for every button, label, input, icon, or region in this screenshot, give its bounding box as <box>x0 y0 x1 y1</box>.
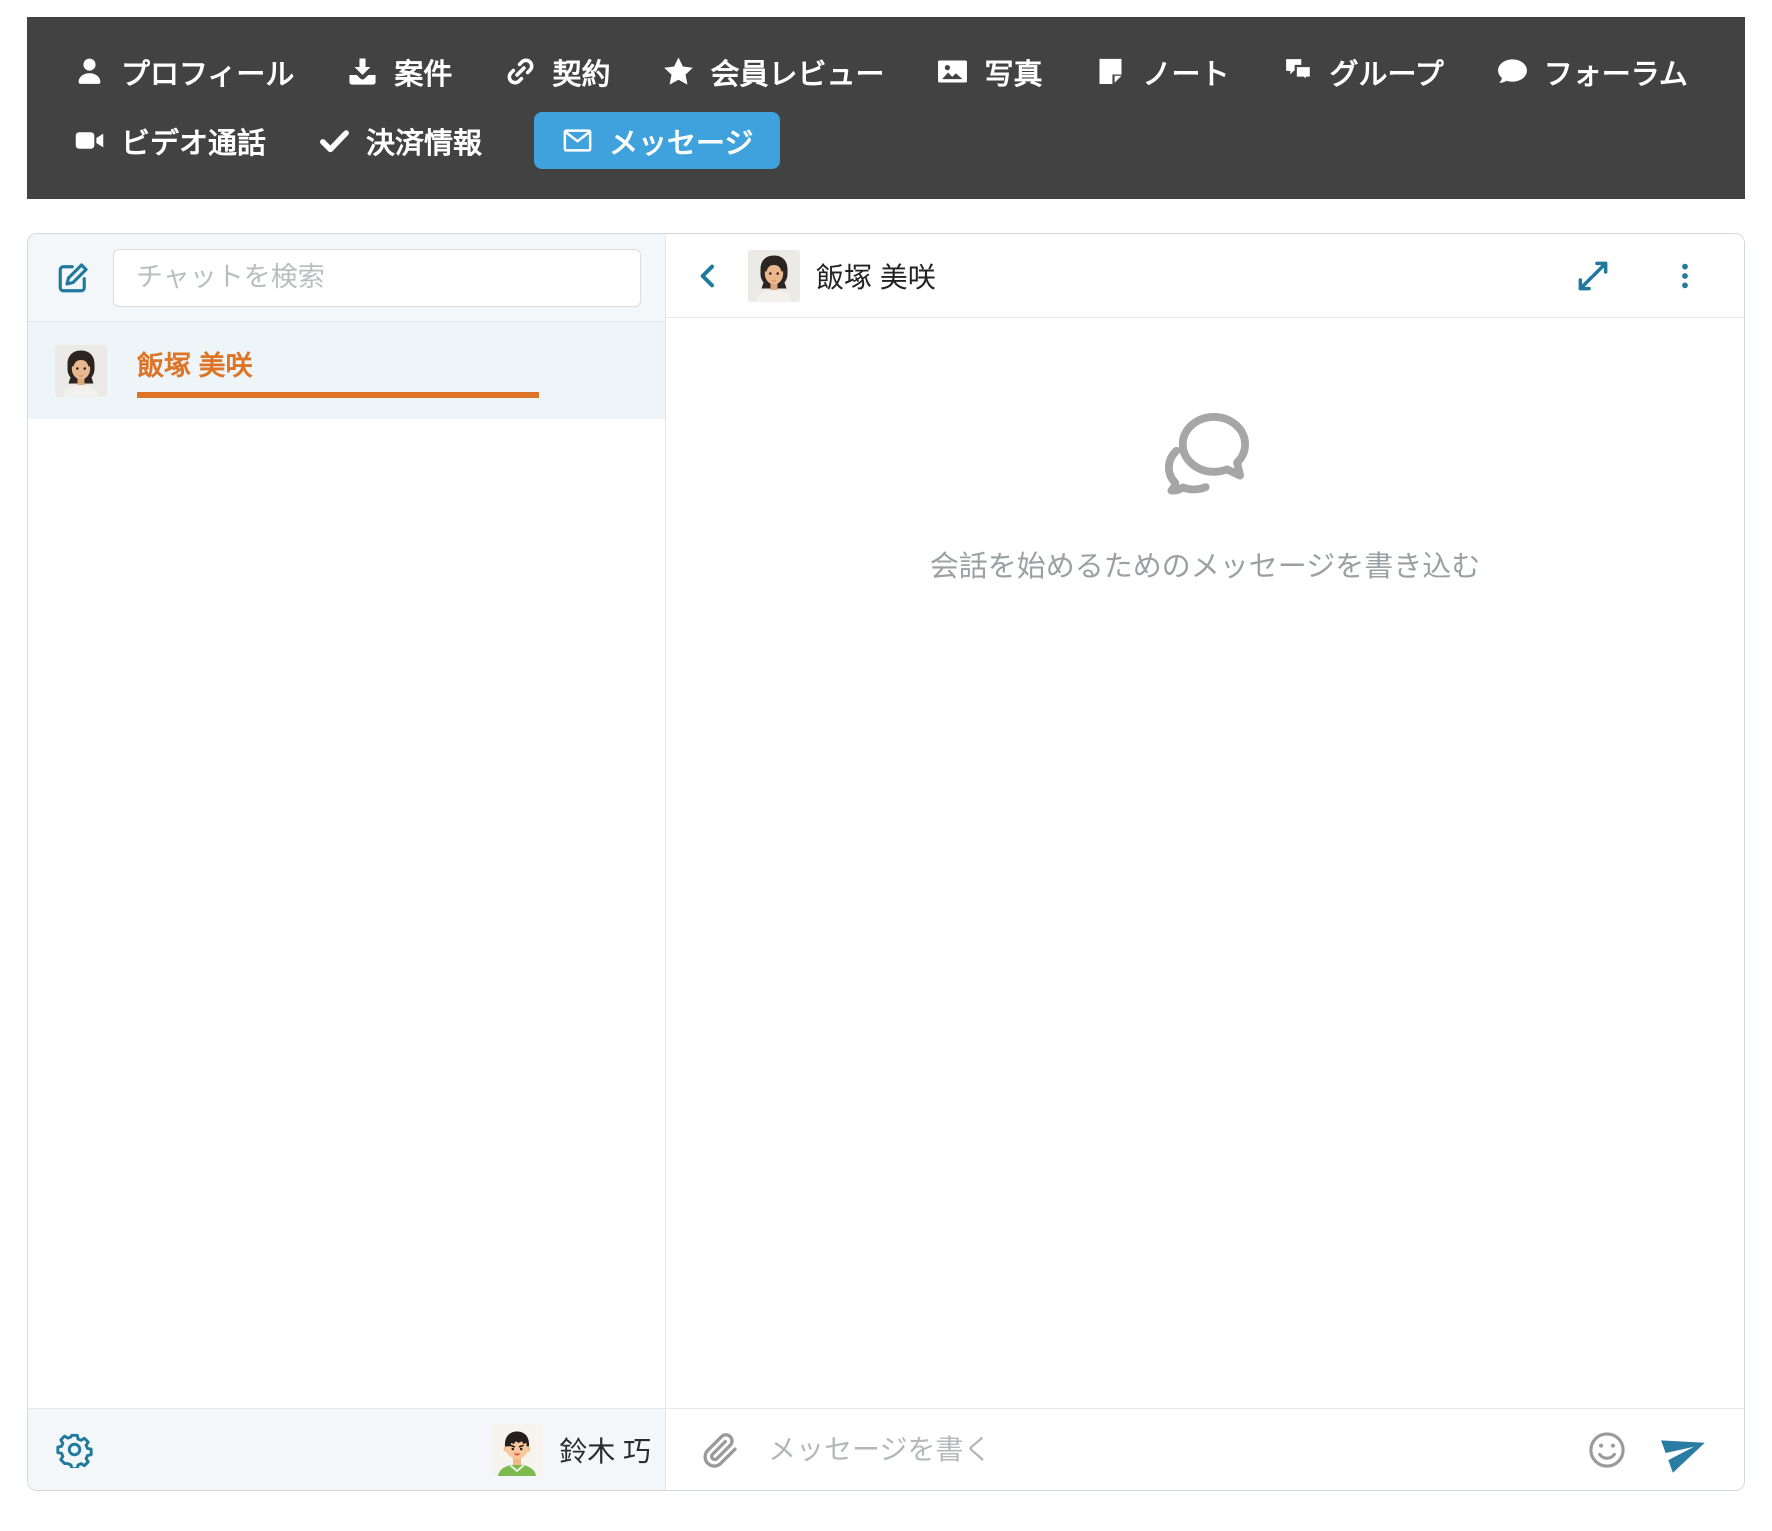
star-icon <box>662 55 695 88</box>
chat-sidebar: 飯塚 美咲 鈴木 巧 <box>28 234 666 1490</box>
nav-label: 決済情報 <box>366 120 482 162</box>
chat-item-name-underline: 飯塚 美咲 <box>137 344 539 398</box>
current-user-chip[interactable]: 鈴木 巧 <box>491 1424 651 1476</box>
nav-item-forum[interactable]: フォーラム <box>1496 51 1688 93</box>
current-user-name: 鈴木 巧 <box>559 1430 651 1470</box>
nav-row-2: ビデオ通話 決済情報 メッセージ <box>73 112 1699 169</box>
envelope-icon <box>561 124 594 157</box>
message-input[interactable] <box>766 1433 1566 1467</box>
nav-label: ノート <box>1142 51 1229 93</box>
nav-item-video-call[interactable]: ビデオ通話 <box>73 120 266 162</box>
nav-row-1: プロフィール 案件 契約 会員レビュー 写真 ノート グループ フォーラム <box>73 43 1699 100</box>
top-nav-bar: プロフィール 案件 契約 会員レビュー 写真 ノート グループ フォーラム <box>27 17 1745 199</box>
chevron-left-icon <box>692 280 724 295</box>
nav-label: メッセージ <box>609 120 753 162</box>
man-cartoon-avatar <box>491 1424 543 1476</box>
check-icon <box>318 124 351 157</box>
expand-button[interactable] <box>1574 257 1612 295</box>
sidebar-header <box>28 234 665 322</box>
chat-item-name: 飯塚 美咲 <box>137 351 253 381</box>
woman-photo-avatar <box>748 250 800 302</box>
message-composer <box>666 1408 1744 1490</box>
nav-item-notes[interactable]: ノート <box>1094 51 1229 93</box>
nav-label: 写真 <box>984 51 1042 93</box>
send-button[interactable] <box>1662 1427 1708 1473</box>
nav-item-contracts[interactable]: 契約 <box>504 51 610 93</box>
nav-item-groups[interactable]: グループ <box>1282 51 1444 93</box>
nav-item-member-reviews[interactable]: 会員レビュー <box>662 51 884 93</box>
compose-button[interactable] <box>55 260 91 296</box>
back-button[interactable] <box>692 260 724 292</box>
user-icon <box>73 55 106 88</box>
image-icon <box>936 55 969 88</box>
nav-label: 会員レビュー <box>710 51 884 93</box>
nav-label: 案件 <box>394 51 452 93</box>
nav-label: ビデオ通話 <box>121 120 266 162</box>
paperclip-icon <box>700 1458 740 1473</box>
note-icon <box>1094 55 1127 88</box>
paper-plane-icon <box>1662 1461 1708 1476</box>
chat-list: 飯塚 美咲 <box>28 322 665 1408</box>
empty-state-message: 会話を始めるためのメッセージを書き込む <box>930 543 1480 585</box>
nav-item-projects[interactable]: 案件 <box>346 51 452 93</box>
conversation-body: 会話を始めるためのメッセージを書き込む <box>666 318 1744 1408</box>
nav-label: 契約 <box>552 51 610 93</box>
sidebar-footer: 鈴木 巧 <box>28 1408 665 1490</box>
smiley-icon <box>1586 1459 1628 1474</box>
nav-item-photos[interactable]: 写真 <box>936 51 1042 93</box>
group-icon <box>1282 55 1315 88</box>
search-input[interactable] <box>113 249 641 307</box>
nav-label: プロフィール <box>121 51 294 93</box>
woman-photo-avatar <box>55 345 107 397</box>
conversation-panel: 飯塚 美咲 会話を始めるためのメッセージを書き込む <box>666 234 1744 1490</box>
chat-list-item[interactable]: 飯塚 美咲 <box>28 322 665 419</box>
emoji-button[interactable] <box>1586 1429 1628 1471</box>
compose-icon <box>55 284 91 299</box>
nav-item-messages[interactable]: メッセージ <box>534 112 780 169</box>
menu-button[interactable] <box>1670 261 1700 291</box>
chat-bubbles-icon <box>1145 400 1265 519</box>
kebab-menu-icon <box>1670 279 1700 294</box>
header-actions <box>1574 257 1700 295</box>
expand-icon <box>1574 283 1612 298</box>
nav-label: グループ <box>1330 51 1444 93</box>
download-icon <box>346 55 379 88</box>
nav-item-payment-info[interactable]: 決済情報 <box>318 120 482 162</box>
conversation-title: 飯塚 美咲 <box>816 256 936 296</box>
settings-button[interactable] <box>56 1431 93 1468</box>
video-icon <box>73 124 106 157</box>
messenger-container: 飯塚 美咲 鈴木 巧 飯塚 美咲 <box>27 233 1745 1491</box>
gear-icon <box>56 1456 93 1471</box>
forum-icon <box>1496 55 1529 88</box>
nav-item-profile[interactable]: プロフィール <box>73 51 294 93</box>
nav-label: フォーラム <box>1544 51 1688 93</box>
link-icon <box>504 55 537 88</box>
attach-button[interactable] <box>700 1430 740 1470</box>
conversation-header: 飯塚 美咲 <box>666 234 1744 318</box>
